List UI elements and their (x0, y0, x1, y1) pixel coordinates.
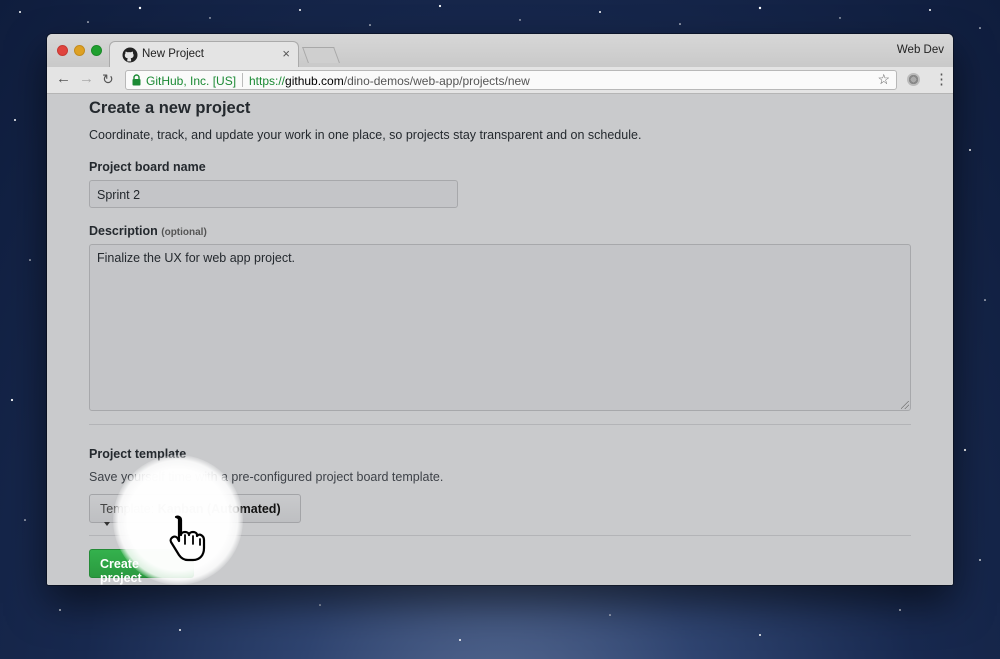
address-bar[interactable]: GitHub, Inc. [US] https://github.com/din… (125, 70, 897, 90)
description-label: Description (optional) (89, 224, 207, 238)
extension-icon[interactable] (907, 73, 920, 86)
optional-tag: (optional) (161, 227, 207, 238)
project-name-label: Project board name (89, 160, 206, 174)
template-heading: Project template (89, 447, 187, 461)
lock-icon (132, 74, 141, 86)
tab-new-project[interactable]: New Project × (109, 41, 299, 68)
menu-icon[interactable]: ⋮ (934, 70, 949, 88)
caret-down-icon (104, 521, 110, 526)
browser-toolbar: ← → ↻ GitHub, Inc. [US] https://github.c… (47, 67, 953, 94)
address-separator (242, 73, 243, 87)
page-lead: Coordinate, track, and update your work … (89, 128, 642, 142)
tab-close-icon[interactable]: × (282, 46, 290, 61)
description-value: Finalize the UX for web app project. (97, 251, 296, 265)
description-textarea[interactable]: Finalize the UX for web app project. (89, 244, 911, 411)
url-path: /dino-demos/web-app/projects/new (343, 74, 530, 88)
hand-cursor-icon (169, 515, 206, 562)
browser-window: New Project × Web Dev ← → ↻ GitHub, Inc.… (47, 34, 953, 585)
divider (89, 535, 911, 536)
new-tab-button[interactable] (302, 47, 340, 63)
github-icon (122, 47, 138, 63)
profile-name[interactable]: Web Dev (897, 44, 944, 56)
url-text[interactable]: https://github.com/dino-demos/web-app/pr… (249, 74, 530, 88)
page-content: Create a new project Coordinate, track, … (47, 94, 953, 585)
secure-label: GitHub, Inc. [US] (146, 74, 237, 88)
project-name-input[interactable]: Sprint 2 (89, 180, 458, 208)
template-prefix: Template: (100, 502, 155, 516)
star-icon[interactable]: ☆ (877, 71, 890, 88)
resize-grip-icon[interactable] (901, 401, 909, 409)
close-window-button[interactable] (57, 45, 68, 56)
minimize-window-button[interactable] (74, 45, 85, 56)
reload-icon[interactable]: ↻ (102, 71, 114, 88)
template-note: Save yourself time with a pre-configured… (89, 470, 444, 484)
page-title: Create a new project (89, 99, 251, 117)
url-host: github.com (285, 74, 344, 88)
url-scheme: https:// (249, 74, 286, 88)
tab-title: New Project (142, 48, 204, 60)
description-label-text: Description (89, 224, 158, 238)
forward-icon[interactable]: → (79, 70, 94, 87)
maximize-window-button[interactable] (91, 45, 102, 56)
tab-strip: New Project × Web Dev (47, 34, 953, 68)
back-icon[interactable]: ← (56, 70, 71, 87)
divider (89, 424, 911, 425)
